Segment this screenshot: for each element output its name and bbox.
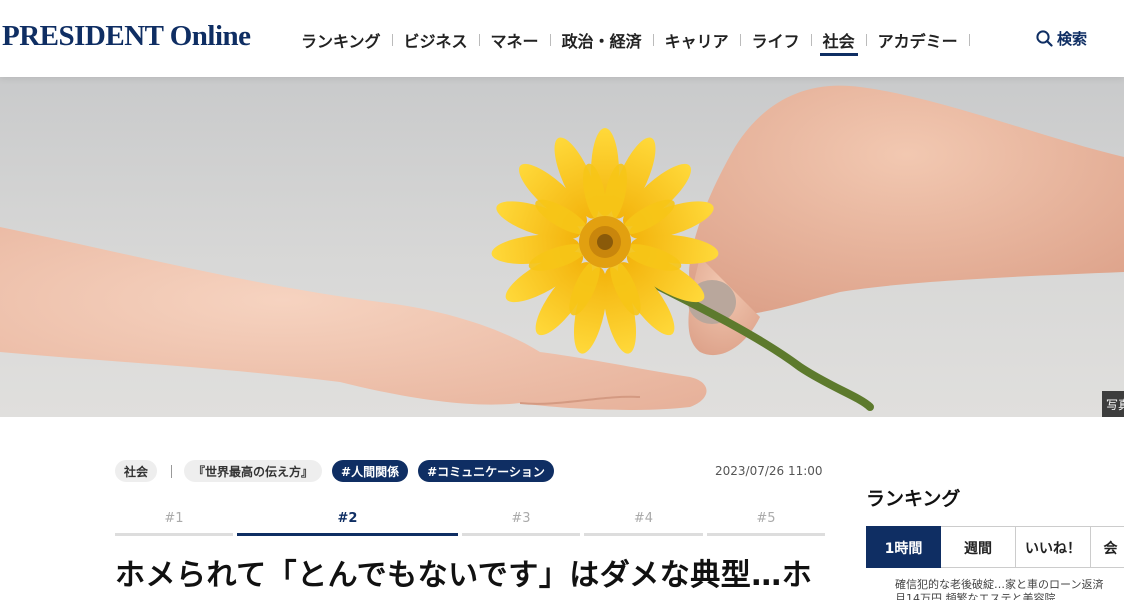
nav-item-politics[interactable]: 政治・経済 xyxy=(551,22,653,56)
search-icon xyxy=(1036,30,1053,47)
site-header: PRESIDENT Online ランキング ビジネス マネー 政治・経済 キャ… xyxy=(0,0,1124,77)
category-tag[interactable]: 社会 xyxy=(115,460,158,482)
nav-item-life[interactable]: ライフ xyxy=(741,22,811,56)
logo-main: PRESIDENT xyxy=(2,20,163,52)
nav-item-money[interactable]: マネー xyxy=(480,22,550,56)
page-tab-4[interactable]: #4 xyxy=(584,508,703,536)
page-tabs: #1 #2 #3 #4 #5 xyxy=(115,508,825,536)
search-button[interactable]: 検索 xyxy=(1036,28,1087,49)
page-tab-2[interactable]: #2 xyxy=(237,508,458,536)
hero-image xyxy=(0,77,1124,417)
nav-item-business[interactable]: ビジネス xyxy=(393,22,479,56)
photo-credit: 写真 xyxy=(1102,391,1124,417)
tag-divider xyxy=(171,464,173,478)
article-headline: ホメられて「とんでもないです」はダメな典型…ホ xyxy=(115,558,813,593)
nav-item-career[interactable]: キャリア xyxy=(654,22,740,56)
nav-item-society[interactable]: 社会 xyxy=(812,22,866,56)
main-nav: ランキング ビジネス マネー 政治・経済 キャリア ライフ 社会 アカデミー xyxy=(290,22,970,56)
nav-item-ranking[interactable]: ランキング xyxy=(290,22,392,56)
nav-item-academy[interactable]: アカデミー xyxy=(867,22,969,56)
nav-divider xyxy=(968,34,970,46)
ranking-tab-hour[interactable]: 1時間 xyxy=(866,526,941,568)
page-tab-3[interactable]: #3 xyxy=(462,508,580,536)
hashtag-relationships[interactable]: #人間関係 xyxy=(332,460,409,482)
series-tag[interactable]: 『世界最高の伝え方』 xyxy=(184,460,323,482)
hashtag-communication[interactable]: #コミュニケーション xyxy=(418,460,554,482)
ranking-item[interactable]: 確信犯的な老後破綻…家と車のローン返済月14万円 頻繁なエステと美容院 xyxy=(895,578,1110,600)
site-logo[interactable]: PRESIDENT Online xyxy=(2,20,251,53)
publish-date: 2023/07/26 11:00 xyxy=(715,464,823,478)
hero-illustration xyxy=(0,85,1124,411)
ranking-tabs: 1時間 週間 いいね！ 会 xyxy=(866,526,1124,568)
adult-hand xyxy=(689,85,1124,316)
ranking-title: ランキング xyxy=(866,488,961,510)
page-tab-5[interactable]: #5 xyxy=(707,508,825,536)
logo-sub: Online xyxy=(169,20,251,52)
ranking-tab-week[interactable]: 週間 xyxy=(941,526,1016,568)
ranking-tab-members[interactable]: 会 xyxy=(1091,526,1124,568)
flower xyxy=(491,128,719,354)
ranking-tab-likes[interactable]: いいね！ xyxy=(1016,526,1091,568)
article-tags: 社会 『世界最高の伝え方』 #人間関係 #コミュニケーション xyxy=(115,460,564,482)
page-tab-1[interactable]: #1 xyxy=(115,508,233,536)
search-label: 検索 xyxy=(1057,30,1088,48)
